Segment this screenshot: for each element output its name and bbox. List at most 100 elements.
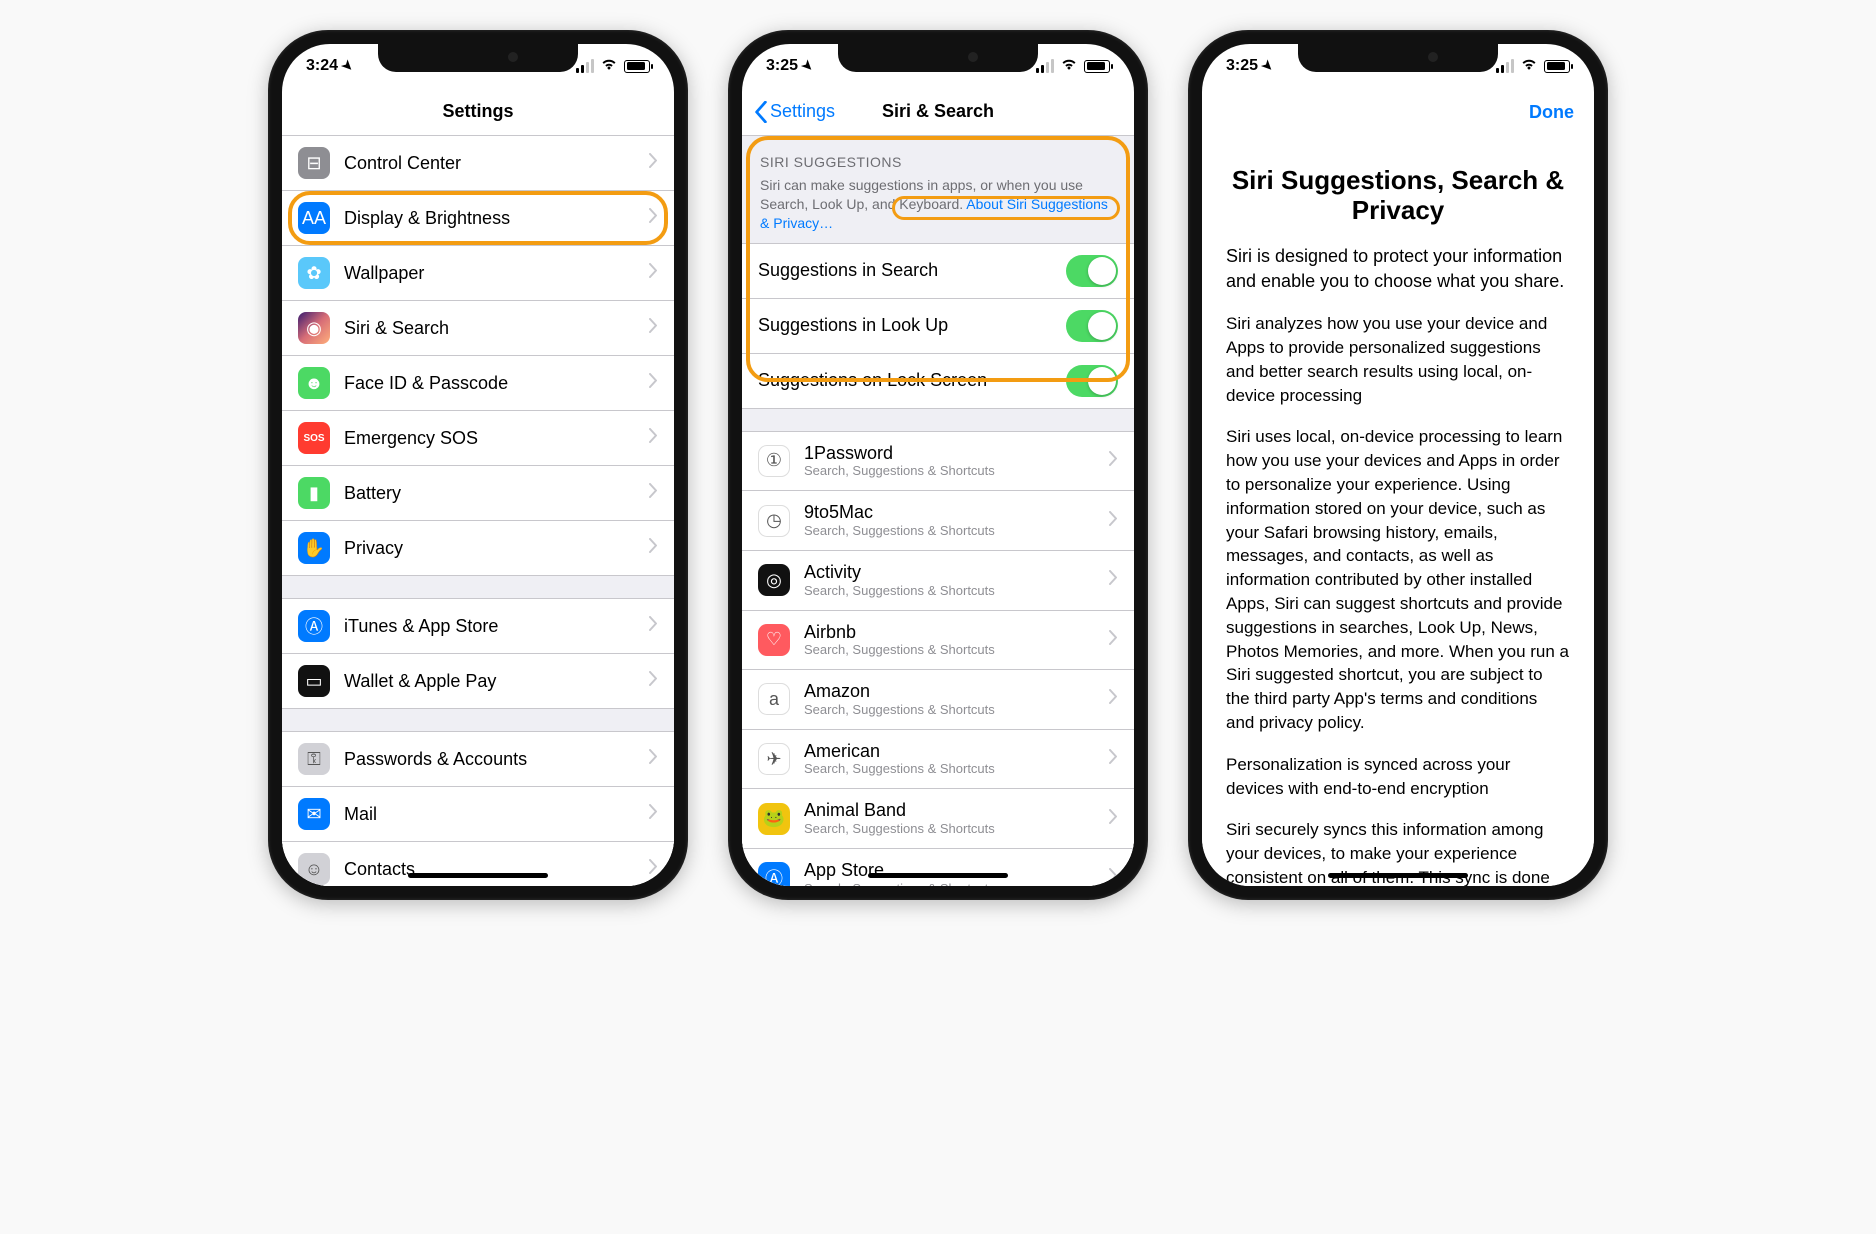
app-row-text: Activity Search, Suggestions & Shortcuts [804,562,1109,599]
chevron-right-icon [1109,570,1118,590]
settings-row-siri-search[interactable]: ◉ Siri & Search [282,301,674,356]
section-header-siri-suggestions: SIRI SUGGESTIONS [742,136,1134,176]
phone-frame-2: 3:25➤ Settings Siri & Search SIRI SUGGES… [728,30,1148,900]
status-time: 3:25 [1226,57,1258,75]
face-id-passcode-icon: ☻ [298,367,330,399]
app-subtitle: Search, Suggestions & Shortcuts [804,822,1109,837]
chevron-right-icon [1109,630,1118,650]
settings-row-emergency-sos[interactable]: SOS Emergency SOS [282,411,674,466]
mail-icon: ✉ [298,798,330,830]
app-name: American [804,741,1109,762]
wallpaper-icon: ✿ [298,257,330,289]
chevron-right-icon [649,859,658,879]
row-label: Display & Brightness [344,208,649,229]
passwords-icon: ⚿ [298,743,330,775]
settings-row-display-brightness[interactable]: AA Display & Brightness [282,191,674,246]
row-label: Emergency SOS [344,428,649,449]
row-label: Passwords & Accounts [344,749,649,770]
phone-frame-3: 3:25➤ Done Siri Suggestions, Search & Pr… [1188,30,1608,900]
privacy-paragraph: Siri analyzes how you use your device an… [1226,312,1570,407]
settings-row-wallet[interactable]: ▭ Wallet & Apple Pay [282,654,674,708]
chevron-right-icon [649,671,658,691]
back-button[interactable]: Settings [754,101,835,123]
app-row-text: 1Password Search, Suggestions & Shortcut… [804,443,1109,480]
screen-1: 3:24➤ Settings ⊟ Control Center AA Displ… [282,44,674,886]
location-icon: ➤ [798,56,817,75]
chevron-right-icon [649,208,658,228]
settings-row-face-id-passcode[interactable]: ☻ Face ID & Passcode [282,356,674,411]
page-title: Siri & Search [882,101,994,122]
app-name: 1Password [804,443,1109,464]
app-subtitle: Search, Suggestions & Shortcuts [804,584,1109,599]
settings-row-contacts[interactable]: ☺ Contacts [282,842,674,886]
battery-icon: ▮ [298,477,330,509]
toggle-suggestions-lockscreen[interactable] [1066,365,1118,397]
app-row-activity[interactable]: ◎ Activity Search, Suggestions & Shortcu… [742,551,1134,611]
app-row-animal-band[interactable]: 🐸 Animal Band Search, Suggestions & Shor… [742,789,1134,849]
toggle-row-suggestions-search: Suggestions in Search [742,244,1134,299]
emergency-sos-icon: SOS [298,422,330,454]
toggle-label: Suggestions in Search [758,260,1066,281]
phone-frame-1: 3:24➤ Settings ⊟ Control Center AA Displ… [268,30,688,900]
control-center-icon: ⊟ [298,147,330,179]
settings-list[interactable]: ⊟ Control Center AA Display & Brightness… [282,136,674,886]
nav-bar: Settings Siri & Search [742,88,1134,136]
toggle-suggestions-lookup[interactable] [1066,310,1118,342]
1password-icon: ① [758,445,790,477]
row-label: Mail [344,804,649,825]
settings-row-itunes[interactable]: Ⓐ iTunes & App Store [282,599,674,654]
app-row-app-store[interactable]: Ⓐ App Store Search, Suggestions & Shortc… [742,849,1134,886]
toggle-label: Suggestions in Look Up [758,315,1066,336]
app-row-text: Airbnb Search, Suggestions & Shortcuts [804,622,1109,659]
home-indicator[interactable] [868,873,1008,878]
settings-row-wallpaper[interactable]: ✿ Wallpaper [282,246,674,301]
app-row-1password[interactable]: ① 1Password Search, Suggestions & Shortc… [742,432,1134,492]
app-name: Activity [804,562,1109,583]
privacy-text-view[interactable]: Siri Suggestions, Search & Privacy Siri … [1202,136,1594,886]
row-label: Siri & Search [344,318,649,339]
location-icon: ➤ [338,56,357,75]
notch [1298,44,1498,72]
settings-row-passwords[interactable]: ⚿ Passwords & Accounts [282,732,674,787]
itunes-icon: Ⓐ [298,610,330,642]
settings-row-control-center[interactable]: ⊟ Control Center [282,136,674,191]
battery-icon [1544,60,1570,73]
settings-row-battery[interactable]: ▮ Battery [282,466,674,521]
app-row-american[interactable]: ✈ American Search, Suggestions & Shortcu… [742,730,1134,790]
status-time: 3:25 [766,57,798,75]
chevron-right-icon [649,804,658,824]
row-label: Battery [344,483,649,504]
app-row-text: 9to5Mac Search, Suggestions & Shortcuts [804,502,1109,539]
app-name: Airbnb [804,622,1109,643]
row-label: iTunes & App Store [344,616,649,637]
wifi-icon [1060,57,1078,75]
chevron-right-icon [649,263,658,283]
nav-bar: Settings [282,88,674,136]
app-row-amazon[interactable]: a Amazon Search, Suggestions & Shortcuts [742,670,1134,730]
app-subtitle: Search, Suggestions & Shortcuts [804,703,1109,718]
app-row-9to5mac[interactable]: ◷ 9to5Mac Search, Suggestions & Shortcut… [742,491,1134,551]
cellular-signal-icon [576,59,594,73]
app-row-airbnb[interactable]: ♡ Airbnb Search, Suggestions & Shortcuts [742,611,1134,671]
settings-row-privacy[interactable]: ✋ Privacy [282,521,674,575]
settings-row-mail[interactable]: ✉ Mail [282,787,674,842]
display-brightness-icon: AA [298,202,330,234]
chevron-right-icon [649,373,658,393]
privacy-heading: Siri Suggestions, Search & Privacy [1226,166,1570,226]
toggle-suggestions-search[interactable] [1066,255,1118,287]
app-name: Animal Band [804,800,1109,821]
app-name: 9to5Mac [804,502,1109,523]
siri-search-list[interactable]: SIRI SUGGESTIONS Siri can make suggestio… [742,136,1134,886]
back-label: Settings [770,101,835,122]
home-indicator[interactable] [1328,873,1468,878]
notch [838,44,1038,72]
app-subtitle: Search, Suggestions & Shortcuts [804,524,1109,539]
chevron-right-icon [1109,868,1118,886]
app-subtitle: Search, Suggestions & Shortcuts [804,464,1109,479]
done-button[interactable]: Done [1529,102,1574,123]
app-row-text: American Search, Suggestions & Shortcuts [804,741,1109,778]
wifi-icon [600,57,618,75]
toggle-label: Suggestions on Lock Screen [758,370,1066,391]
home-indicator[interactable] [408,873,548,878]
app-subtitle: Search, Suggestions & Shortcuts [804,762,1109,777]
